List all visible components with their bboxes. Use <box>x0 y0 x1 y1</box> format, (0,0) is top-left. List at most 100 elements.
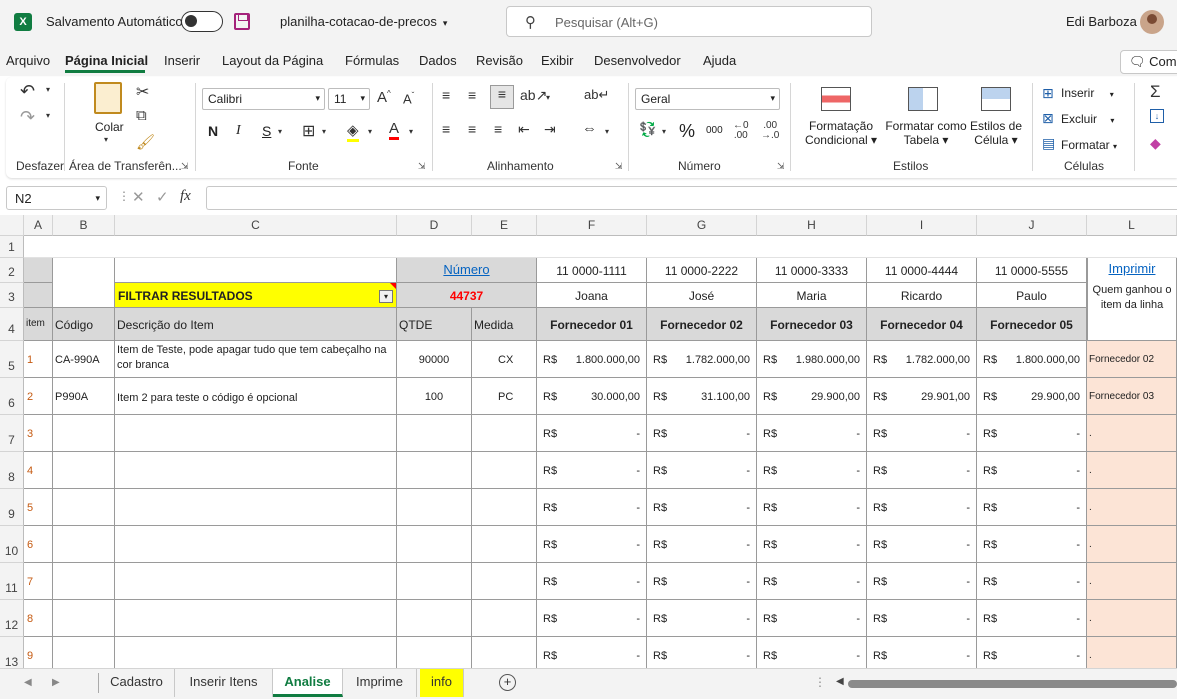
row-header[interactable]: 12 <box>0 600 24 637</box>
row-header[interactable]: 5 <box>0 341 24 378</box>
cell-styles-icon[interactable] <box>981 87 1011 111</box>
row-header[interactable]: 2 <box>0 258 24 283</box>
row-header[interactable]: 11 <box>0 563 24 600</box>
price-cell[interactable]: R$ - <box>867 489 977 526</box>
avatar[interactable] <box>1140 10 1164 34</box>
price-cell[interactable]: R$ - <box>537 415 647 452</box>
price-cell[interactable]: R$ - <box>757 452 867 489</box>
tab-dados[interactable]: Dados <box>419 53 457 68</box>
winner-cell[interactable]: . <box>1087 452 1177 489</box>
bold-button[interactable]: N <box>208 123 218 139</box>
price-cell[interactable]: R$ - <box>977 563 1087 600</box>
item-number-cell[interactable]: 1 <box>24 341 53 378</box>
item-qty-cell[interactable] <box>397 489 472 526</box>
merge-center-icon[interactable]: ⇔ <box>582 120 597 137</box>
scroll-left-icon[interactable]: ◀ <box>836 676 844 687</box>
header-code[interactable]: Código <box>53 308 115 341</box>
item-qty-cell[interactable] <box>397 452 472 489</box>
number-format-select[interactable]: Geral ▾ <box>635 88 780 110</box>
supplier-name[interactable]: Ricardo <box>867 283 977 308</box>
cell-c2[interactable] <box>115 258 397 283</box>
price-cell[interactable]: R$ - <box>977 637 1087 668</box>
price-cell[interactable]: R$ - <box>537 452 647 489</box>
tab-ajuda[interactable]: Ajuda <box>703 53 736 68</box>
font-size-select[interactable]: 11 ▾ <box>328 88 370 110</box>
comments-button[interactable]: 🗨 Come <box>1120 50 1177 74</box>
supplier-label[interactable]: Fornecedor 05 <box>977 308 1087 341</box>
item-unit-cell[interactable]: PC <box>472 378 537 415</box>
column-header[interactable]: F <box>537 215 647 236</box>
item-unit-cell[interactable] <box>472 600 537 637</box>
sheet-tab-info[interactable]: info <box>420 669 464 697</box>
font-color-dropdown-icon[interactable]: ▾ <box>409 127 413 136</box>
column-header[interactable]: D <box>397 215 472 236</box>
item-number-cell[interactable]: 5 <box>24 489 53 526</box>
undo-dropdown-icon[interactable]: ▾ <box>46 85 50 94</box>
price-cell[interactable]: R$ - <box>537 600 647 637</box>
tab-desenvolvedor[interactable]: Desenvolvedor <box>594 53 681 68</box>
item-number-cell[interactable]: 9 <box>24 637 53 668</box>
format-as-table-icon[interactable] <box>908 87 938 111</box>
row-header[interactable]: 8 <box>0 452 24 489</box>
supplier-name[interactable]: Joana <box>537 283 647 308</box>
conditional-formatting-button[interactable]: Formatação Condicional ▾ <box>804 119 878 147</box>
scroll-thumb[interactable] <box>848 680 1177 688</box>
supplier-name[interactable]: Maria <box>757 283 867 308</box>
price-cell[interactable]: R$ - <box>757 415 867 452</box>
column-header[interactable]: C <box>115 215 397 236</box>
price-cell[interactable]: R$ - <box>647 452 757 489</box>
header-qty[interactable]: QTDE <box>397 308 472 341</box>
orientation-icon[interactable]: ab↗ <box>520 87 547 104</box>
undo-icon[interactable]: ↶ <box>20 81 35 102</box>
price-cell[interactable]: R$ - <box>537 489 647 526</box>
tab-layout-da-pagina[interactable]: Layout da Página <box>222 53 323 68</box>
insert-cells-button[interactable]: Inserir ▾ <box>1061 86 1114 100</box>
formula-input[interactable] <box>206 186 1177 210</box>
align-bottom-icon[interactable]: ≡ <box>490 85 514 109</box>
supplier-label[interactable]: Fornecedor 03 <box>757 308 867 341</box>
item-code-cell[interactable] <box>53 452 115 489</box>
format-as-table-button[interactable]: Formatar como Tabela ▾ <box>881 119 971 147</box>
increase-decimal-icon[interactable]: ←0.00 <box>733 121 749 141</box>
price-cell[interactable]: R$ - <box>647 600 757 637</box>
column-header[interactable]: A <box>24 215 53 236</box>
fill-icon[interactable]: ↓ <box>1150 109 1164 123</box>
item-description-cell[interactable] <box>115 415 397 452</box>
italic-button[interactable]: I <box>236 123 241 139</box>
enter-icon[interactable]: ✓ <box>156 188 169 206</box>
numero-label-cell[interactable]: Número <box>397 258 537 283</box>
header-unit[interactable]: Medida <box>472 308 537 341</box>
format-cells-button[interactable]: Formatar ▾ <box>1061 138 1117 152</box>
price-cell[interactable]: R$ - <box>977 452 1087 489</box>
price-cell[interactable]: R$ 1.800.000,00 <box>977 341 1087 378</box>
price-cell[interactable]: R$ 1.800.000,00 <box>537 341 647 378</box>
format-cells-icon[interactable]: ▤ <box>1042 135 1055 152</box>
save-icon[interactable] <box>234 13 250 30</box>
price-cell[interactable]: R$ - <box>867 452 977 489</box>
item-qty-cell[interactable]: 100 <box>397 378 472 415</box>
item-description-cell[interactable] <box>115 526 397 563</box>
tab-exibir[interactable]: Exibir <box>541 53 574 68</box>
price-cell[interactable]: R$ 29.901,00 <box>867 378 977 415</box>
paste-icon[interactable] <box>94 82 122 114</box>
font-launcher-icon[interactable]: ⇲ <box>418 161 426 172</box>
column-header[interactable]: G <box>647 215 757 236</box>
item-qty-cell[interactable] <box>397 563 472 600</box>
column-header[interactable]: J <box>977 215 1087 236</box>
item-code-cell[interactable] <box>53 489 115 526</box>
item-description-cell[interactable] <box>115 637 397 668</box>
price-cell[interactable]: R$ - <box>757 637 867 668</box>
align-center-icon[interactable]: ≡ <box>468 121 476 137</box>
delete-cells-icon[interactable]: ⊠ <box>1042 110 1054 127</box>
user-name[interactable]: Edi Barboza <box>1066 14 1137 29</box>
header-item[interactable]: item <box>24 308 53 341</box>
numero-value-cell[interactable]: 44737 <box>397 283 537 308</box>
price-cell[interactable]: R$ 1.782.000,00 <box>867 341 977 378</box>
row-header[interactable]: 1 <box>0 236 24 258</box>
item-number-cell[interactable]: 6 <box>24 526 53 563</box>
conditional-formatting-icon[interactable] <box>821 87 851 111</box>
autosave-toggle[interactable] <box>181 11 223 32</box>
row-header[interactable]: 13 <box>0 637 24 668</box>
price-cell[interactable]: R$ 30.000,00 <box>537 378 647 415</box>
sheet-tab-inserir-itens[interactable]: Inserir Itens <box>175 669 273 697</box>
